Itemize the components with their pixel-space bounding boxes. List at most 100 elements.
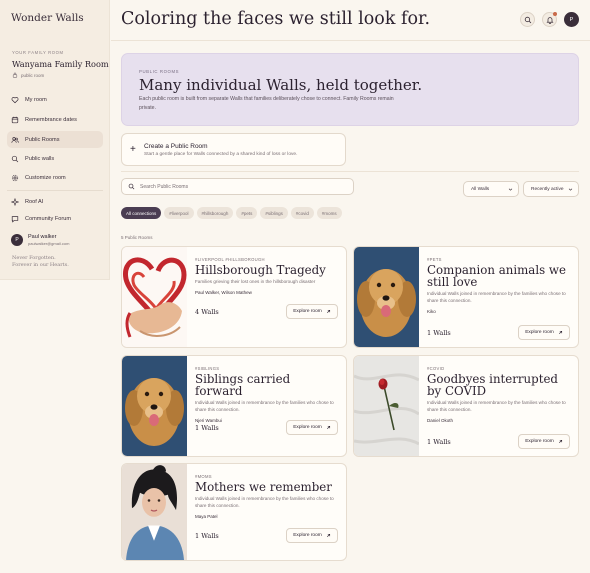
- room-type-label: public room: [21, 72, 45, 78]
- room-card[interactable]: #COVID Goodbyes interrupted by COVID Ind…: [353, 355, 579, 457]
- card-walls-count: 1 Walls: [195, 532, 219, 540]
- create-public-room-button[interactable]: + Create a Public Room Start a gentle pl…: [121, 133, 346, 166]
- gear-icon: [11, 174, 19, 181]
- search-icon: [128, 183, 135, 190]
- sidebar-item-label: Remembrance dates: [25, 116, 77, 123]
- chip-pets[interactable]: #pets: [236, 207, 258, 219]
- search-icon: [524, 16, 531, 23]
- header-avatar[interactable]: P: [564, 12, 579, 27]
- user-email: paulwalker@gmail.com: [28, 241, 70, 246]
- sidebar-item-community-forum[interactable]: Community Forum: [7, 210, 103, 227]
- users-icon: [11, 136, 19, 143]
- card-walls-count: 1 Walls: [427, 329, 451, 337]
- walls-filter-select[interactable]: All Walls: [463, 181, 519, 197]
- room-card[interactable]: #SIBLINGS Siblings carried forward Indiv…: [121, 355, 347, 457]
- notification-dot: [553, 12, 557, 16]
- card-description: Individual Walls joined in remembrance b…: [195, 400, 334, 412]
- chip-liverpool[interactable]: #liverpool: [164, 207, 194, 219]
- chip-covid[interactable]: #covid: [290, 207, 314, 219]
- explore-room-button[interactable]: Explore room: [286, 420, 338, 435]
- sidebar-item-customize-room[interactable]: Customize room: [7, 169, 103, 186]
- card-tags: #MOMS: [195, 474, 212, 479]
- sidebar-divider: [7, 190, 103, 191]
- chat-icon: [11, 215, 19, 223]
- explore-room-button[interactable]: Explore room: [286, 304, 338, 319]
- heart-icon: [11, 96, 19, 103]
- hero-title: Many individual Walls, held together.: [139, 76, 423, 94]
- golden-retriever-image: [122, 356, 187, 456]
- room-card[interactable]: #LIVERPOOL #HILLSBOROUGH Hillsborough Tr…: [121, 246, 347, 348]
- search-input[interactable]: [140, 183, 340, 190]
- card-description: Individual Walls joined in remembrance b…: [195, 496, 334, 508]
- card-title: Goodbyes interrupted by COVID: [427, 372, 558, 398]
- card-tags: #LIVERPOOL #HILLSBOROUGH: [195, 257, 265, 262]
- card-tags: #COVID: [427, 366, 445, 371]
- tag-filter-chips: All connections #liverpool #hillsborough…: [121, 207, 342, 219]
- brand-logo[interactable]: Wonder Walls: [11, 12, 84, 24]
- card-people: Maya Patel: [195, 514, 218, 519]
- sidebar-item-roof-ai[interactable]: Roof AI: [7, 193, 103, 210]
- chip-hillsborough[interactable]: #hillsborough: [196, 207, 234, 219]
- woman-portrait-image: [122, 464, 187, 560]
- card-people: Paul Walker, Wilson Mathew: [195, 290, 252, 295]
- sidebar-item-public-walls[interactable]: Public walls: [7, 150, 103, 167]
- tagline-line-1: Never Forgotten.: [12, 255, 56, 261]
- chevron-down-icon: [508, 188, 513, 191]
- room-card[interactable]: #PETS Companion animals we still love In…: [353, 246, 579, 348]
- card-walls-count: 1 Walls: [195, 424, 219, 432]
- rose-image: [354, 356, 419, 456]
- sidebar: Wonder Walls YOUR FAMILY ROOM Wanyama Fa…: [0, 0, 110, 280]
- explore-room-button[interactable]: Explore room: [286, 528, 338, 543]
- search-icon: [11, 155, 19, 162]
- golden-retriever-image: [354, 247, 419, 347]
- sidebar-item-label: Public Rooms: [25, 136, 60, 143]
- sparkle-icon: [11, 197, 19, 206]
- user-avatar: P: [11, 234, 23, 246]
- hero-eyebrow: PUBLIC ROOMS: [139, 69, 180, 74]
- card-title: Mothers we remember: [195, 480, 332, 494]
- hearts-hands-image: [122, 247, 187, 347]
- calendar-icon: [11, 116, 19, 123]
- search-button[interactable]: [520, 12, 535, 27]
- sort-value: Recently active: [531, 186, 564, 192]
- user-name: Paul walker: [28, 234, 57, 240]
- sidebar-item-remembrance-dates[interactable]: Remembrance dates: [7, 111, 103, 128]
- card-description: Families grieving their lost ones in the…: [195, 279, 316, 284]
- hero-banner: PUBLIC ROOMS Many individual Walls, held…: [121, 53, 579, 126]
- arrow-up-right-icon: [558, 330, 562, 334]
- card-description: Individual Walls joined in remembrance b…: [427, 291, 566, 303]
- chevron-down-icon: [568, 188, 573, 191]
- card-tags: #SIBLINGS: [195, 366, 220, 371]
- explore-label: Explore room: [293, 309, 322, 314]
- arrow-up-right-icon: [326, 425, 330, 429]
- card-title: Companion animals we still love: [427, 263, 566, 289]
- sort-select[interactable]: Recently active: [523, 181, 579, 197]
- card-walls-count: 1 Walls: [427, 438, 451, 446]
- create-subtitle: Start a gentle place for Walls connected…: [144, 152, 298, 157]
- chip-moms[interactable]: #moms: [316, 207, 342, 219]
- room-card[interactable]: #MOMS Mothers we remember Individual Wal…: [121, 463, 347, 561]
- search-field[interactable]: [121, 178, 354, 195]
- explore-room-button[interactable]: Explore room: [518, 434, 570, 449]
- explore-label: Explore room: [525, 330, 554, 335]
- sidebar-item-label: Customize room: [25, 174, 66, 181]
- header-divider: [111, 40, 590, 41]
- walls-filter-value: All Walls: [471, 186, 490, 192]
- sidebar-item-label: Public walls: [25, 155, 55, 162]
- card-walls-count: 4 Walls: [195, 308, 219, 316]
- chip-all-connections[interactable]: All connections: [121, 207, 162, 219]
- explore-room-button[interactable]: Explore room: [518, 325, 570, 340]
- arrow-up-right-icon: [326, 309, 330, 313]
- sidebar-item-public-rooms[interactable]: Public Rooms: [7, 131, 103, 148]
- sidebar-item-my-room[interactable]: My room: [7, 91, 103, 108]
- create-title: Create a Public Room: [144, 143, 208, 150]
- chip-siblings[interactable]: #siblings: [260, 207, 288, 219]
- notifications-button[interactable]: [542, 12, 557, 27]
- arrow-up-right-icon: [558, 439, 562, 443]
- explore-label: Explore room: [293, 425, 322, 430]
- family-room-label: YOUR FAMILY ROOM: [12, 50, 64, 55]
- arrow-up-right-icon: [326, 533, 330, 537]
- bell-icon: [545, 16, 554, 24]
- page-title: Coloring the faces we still look for.: [121, 9, 431, 29]
- user-profile[interactable]: P Paul walker paulwalker@gmail.com: [11, 234, 69, 246]
